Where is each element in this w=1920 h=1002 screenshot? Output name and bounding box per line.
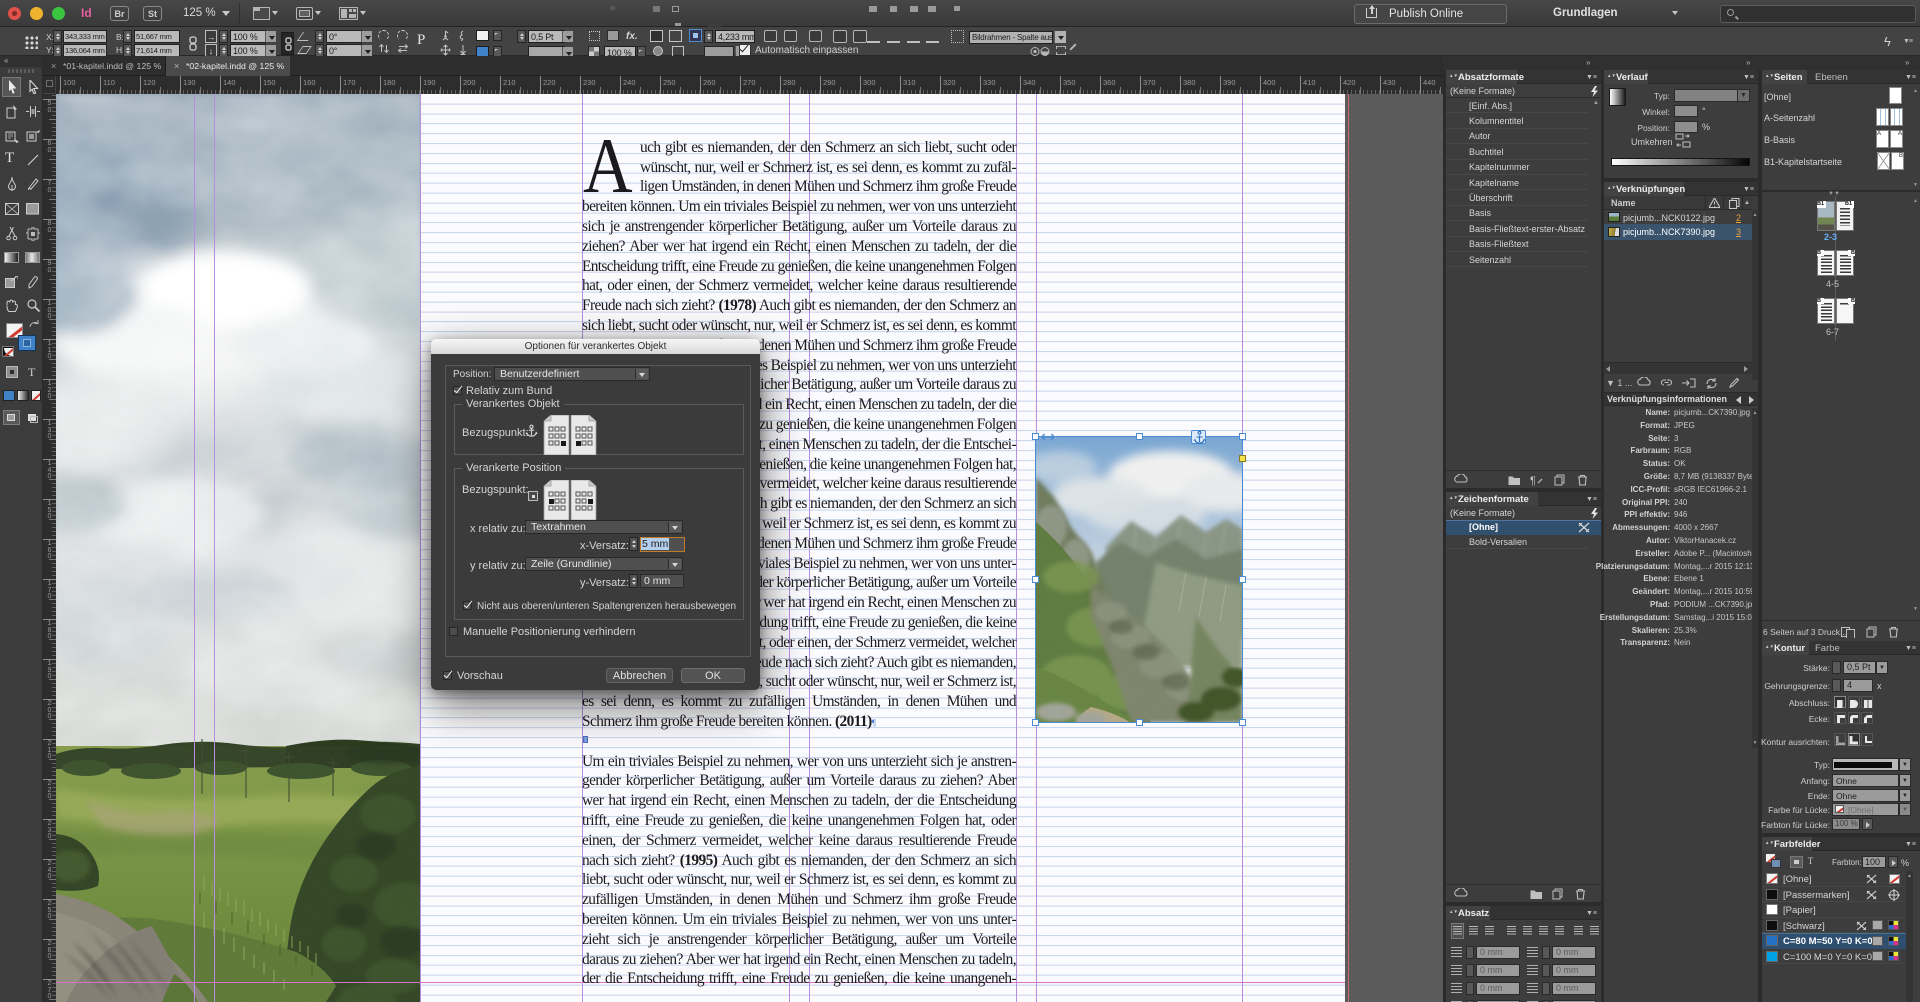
svg-text:¶: ¶: [1530, 475, 1536, 486]
